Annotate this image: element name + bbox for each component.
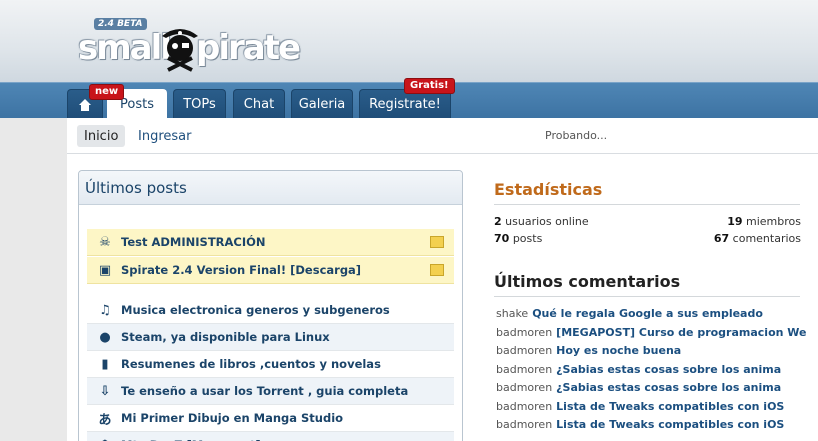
sticky-note-icon — [430, 264, 444, 276]
post-item[interactable]: ☠ Test ADMINISTRACIÓN — [87, 229, 454, 256]
latest-posts-title: Últimos posts — [79, 171, 462, 205]
comment-user[interactable]: badmoren — [496, 400, 552, 413]
comment-user[interactable]: badmoren — [496, 381, 552, 394]
latest-posts-panel: Últimos posts ☠ Test ADMINISTRACIÓN ▣ Spira… — [78, 170, 463, 441]
stat-users-online: 2 usuarios online — [494, 215, 589, 228]
comment-user[interactable]: badmoren — [496, 326, 552, 339]
post-title[interactable]: Mi Primer Dibujo en Manga Studio — [121, 411, 454, 425]
stat-posts: 70 posts — [494, 232, 543, 245]
main-content: Últimos posts ☠ Test ADMINISTRACIÓN ▣ Spira… — [67, 154, 818, 441]
game-invader-icon: ☗ — [97, 437, 113, 441]
new-badge: new — [89, 84, 125, 100]
comment-post-link[interactable]: Lista de Tweaks compatibles con iOS — [556, 418, 784, 431]
download-icon: ⇩ — [99, 383, 111, 399]
comment-post-link[interactable]: ¿Sabias estas cosas sobre los anima — [556, 363, 781, 376]
post-title[interactable]: Steam, ya disponible para Linux — [121, 330, 454, 344]
stat-members: 19 miembros — [727, 215, 801, 228]
comment-user[interactable]: badmoren — [496, 363, 552, 376]
floppy-icon: ▣ — [98, 262, 112, 278]
comment-item: badmoren ¿Sabias estas cosas sobre los an… — [496, 363, 781, 376]
home-icon — [79, 98, 91, 111]
comment-post-link[interactable]: Hoy es noche buena — [556, 344, 681, 357]
post-item[interactable]: ⇩ Te enseño a usar los Torrent , guia com… — [87, 378, 454, 405]
logo-text-pirate: pirate — [196, 28, 301, 68]
comment-user[interactable]: badmoren — [496, 418, 552, 431]
skull-icon: ☠ — [99, 234, 111, 250]
comment-post-link[interactable]: Lista de Tweaks compatibles con iOS — [556, 400, 784, 413]
post-title[interactable]: Musica electronica generos y subgeneros — [121, 303, 454, 317]
post-item[interactable]: ▮ Resumenes de libros ,cuentos y novelas — [87, 351, 454, 378]
stats-title: Estadísticas — [494, 180, 603, 199]
gratis-badge: Gratis! — [404, 78, 455, 94]
post-title[interactable]: Resumenes de libros ,cuentos y novelas — [121, 357, 454, 371]
post-title[interactable]: Test ADMINISTRACIÓN — [121, 235, 430, 249]
comment-item: badmoren ¿Sabias estas cosas sobre los an… — [496, 381, 781, 394]
comment-user[interactable]: badmoren — [496, 344, 552, 357]
tab-chat[interactable]: Chat — [233, 89, 285, 119]
comment-item: badmoren Hoy es noche buena — [496, 344, 681, 357]
comment-user[interactable]: shake — [496, 307, 528, 320]
comment-item: badmoren Lista de Tweaks compatibles con … — [496, 400, 784, 413]
comment-item: shake Qué le regala Google a sus empleado — [496, 307, 763, 320]
post-item[interactable]: あ Mi Primer Dibujo en Manga Studio — [87, 405, 454, 432]
latest-comments-title: Últimos comentarios — [494, 272, 681, 291]
tab-galeria[interactable]: Galeria — [291, 89, 353, 119]
post-title[interactable]: Spirate 2.4 Version Final! [Descarga] — [121, 263, 430, 277]
site-logo[interactable]: small pirate 2.4 BETA — [78, 18, 308, 76]
comment-post-link[interactable]: Qué le regala Google a sus empleado — [532, 307, 763, 320]
sub-nav: Inicio Ingresar Probando... — [67, 118, 818, 154]
comment-post-link[interactable]: ¿Sabias estas cosas sobre los anima — [556, 381, 781, 394]
subnav-inicio[interactable]: Inicio — [77, 125, 126, 147]
comment-item: badmoren [MEGAPOST] Curso de programacion… — [496, 326, 807, 339]
sticky-note-icon — [430, 236, 444, 248]
post-item[interactable]: ☗Mta DayZ [Megapost] — [87, 432, 454, 441]
post-item[interactable]: ♫ Musica electronica generos y subgeneros — [87, 297, 454, 324]
hiragana-icon: あ — [98, 412, 112, 428]
status-text: Probando... — [545, 129, 608, 142]
version-badge: 2.4 BETA — [94, 18, 147, 30]
post-item[interactable]: ▣ Spirate 2.4 Version Final! [Descarga] — [87, 257, 454, 284]
divider — [494, 296, 800, 297]
post-title[interactable]: Te enseño a usar los Torrent , guia comp… — [121, 384, 454, 398]
comment-item: badmoren Lista de Tweaks compatibles con … — [496, 418, 784, 431]
stat-comments: 67 comentarios — [713, 232, 801, 245]
book-icon: ▮ — [101, 356, 109, 372]
linux-penguin-icon: ● — [99, 329, 111, 345]
divider — [494, 204, 800, 205]
post-item[interactable]: ● Steam, ya disponible para Linux — [87, 324, 454, 351]
comment-post-link[interactable]: [MEGAPOST] Curso de programacion We — [556, 326, 806, 339]
site-header: small pirate 2.4 BETA — [0, 0, 818, 82]
subnav-ingresar[interactable]: Ingresar — [131, 125, 198, 147]
music-note-icon: ♫ — [99, 302, 111, 318]
logo-text-small: small — [78, 28, 172, 68]
tab-tops[interactable]: TOPs — [173, 89, 226, 119]
